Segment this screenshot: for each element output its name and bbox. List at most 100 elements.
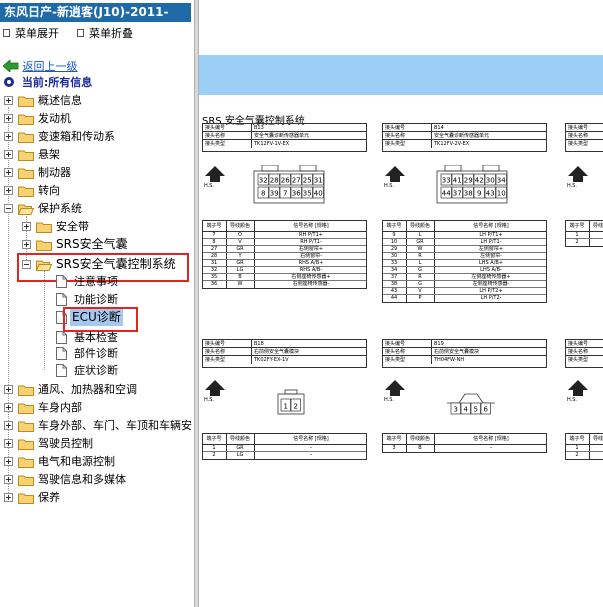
pin-label: 40 xyxy=(314,190,323,198)
tree-item[interactable]: 电气和电源控制 xyxy=(4,453,194,470)
wire-color: LG xyxy=(236,452,244,458)
expand-all-button[interactable]: 菜单展开 xyxy=(3,27,59,41)
back-link[interactable]: 返回上一级 xyxy=(3,60,78,74)
tree-leaf[interactable]: 功能诊断 xyxy=(56,291,186,308)
folder-icon xyxy=(18,114,34,125)
expand-toggle-icon[interactable] xyxy=(4,493,13,502)
pin-number: 34 xyxy=(390,267,398,273)
tree-leaf[interactable]: 症状诊断 xyxy=(56,362,186,379)
expand-toggle-icon[interactable] xyxy=(4,168,13,177)
signal-name: 左侧窗帘- xyxy=(480,253,502,259)
expand-toggle-icon[interactable] xyxy=(4,421,13,430)
info-key: 接头名称 xyxy=(385,349,406,355)
pin-table-row: 29 W 左侧窗帘+ xyxy=(383,246,546,253)
pin-label: 44 xyxy=(442,190,451,198)
expand-toggle-icon[interactable] xyxy=(4,114,13,123)
info-key: 接头编号 xyxy=(205,341,226,347)
col-header: 端子号 xyxy=(386,436,402,442)
pin-number: 10 xyxy=(390,239,398,245)
connector-info-b18: 接头编号 B18 接头名称 右前侧安全气囊模块 接头类型 TK02FY-EX-1V xyxy=(202,339,367,368)
pin-table-row: 43 V LH P/T2+ xyxy=(383,288,546,295)
expand-toggle-icon[interactable] xyxy=(4,385,13,394)
tree-leaf[interactable]: 基本检查 xyxy=(56,329,186,346)
tree-item-label: 车身外部、车门、车顶和车辆安 xyxy=(38,419,192,432)
signal-name: – xyxy=(489,445,493,451)
pin-table-row: 28 Y 右侧窗帘- xyxy=(203,253,366,260)
document-icon xyxy=(56,364,67,377)
connector-type: TK12FV-2V-EX xyxy=(434,141,470,147)
folder-icon xyxy=(18,403,34,414)
col-header: 导线颜色 xyxy=(592,223,603,229)
tree-item[interactable]: 悬架 xyxy=(4,146,194,163)
expand-all-label: 菜单展开 xyxy=(15,27,59,40)
tree-leaf-label: 基本检查 xyxy=(74,331,118,344)
tree-item[interactable]: 安全带 xyxy=(22,218,194,235)
pin-table-row: 1 GR – xyxy=(203,445,366,452)
pin-label: 8 xyxy=(261,190,265,198)
tree-item[interactable]: 概述信息 xyxy=(4,92,194,109)
connector-info-partial: 接头编号 接头名称 接头类型 xyxy=(565,339,603,368)
tree-item-label: 发动机 xyxy=(38,112,71,125)
tree-item[interactable]: 通风、加热器和空调 xyxy=(4,381,194,398)
col-header: 端子号 xyxy=(206,223,222,229)
tree-leaf[interactable]: 部件诊断 xyxy=(56,345,186,362)
pin-label: 30 xyxy=(486,177,495,185)
wire-color: GR xyxy=(236,260,244,266)
signal-name: RHS A/B- xyxy=(299,267,323,273)
tree-item[interactable]: 车身内部 xyxy=(4,399,194,416)
pin-number: 37 xyxy=(390,274,398,280)
tree-item[interactable]: 车身外部、车门、车顶和车辆安 xyxy=(4,417,194,434)
pin-label: 3 xyxy=(454,406,458,414)
collapse-icon xyxy=(77,29,84,37)
expand-toggle-icon[interactable] xyxy=(4,403,13,412)
pin-number: 43 xyxy=(390,288,398,294)
tree-item[interactable]: 转向 xyxy=(4,182,194,199)
pin-table-row: 2 LG – xyxy=(203,452,366,459)
pin-label: 9 xyxy=(477,190,481,198)
pin-label: 29 xyxy=(464,177,473,185)
pin-number: 2 xyxy=(575,239,579,245)
expand-toggle-icon[interactable] xyxy=(4,186,13,195)
tree-item[interactable]: 变速箱和传动系 xyxy=(4,128,194,145)
wire-color: L xyxy=(418,232,422,238)
connector-type: TK12FV-1V-EX xyxy=(254,141,290,147)
expand-toggle-icon[interactable] xyxy=(4,132,13,141)
wire-color: L xyxy=(418,260,422,266)
expand-toggle-icon[interactable] xyxy=(4,439,13,448)
back-link-label: 返回上一级 xyxy=(22,60,78,73)
expand-toggle-icon[interactable] xyxy=(4,150,13,159)
folder-icon xyxy=(18,421,34,432)
pin-label: 7 xyxy=(283,190,287,198)
tree-item[interactable]: 制动器 xyxy=(4,164,194,181)
pin-label: 35 xyxy=(303,190,312,198)
hs-label: H.S. xyxy=(567,183,578,189)
expand-toggle-icon[interactable] xyxy=(4,96,13,105)
wire-color: W xyxy=(417,246,423,252)
tree-item[interactable]: 保养 xyxy=(4,489,194,506)
pin-label: 31 xyxy=(314,177,323,185)
pin-table-row: 30 R 左侧窗帘- xyxy=(383,253,546,260)
tree-item[interactable]: 驾驶员控制 xyxy=(4,435,194,452)
info-key: 接头类型 xyxy=(205,357,226,363)
connector-face-b13: 32 28 26 27 25 31 8 39 7 36 35 40 xyxy=(253,165,325,204)
tree-item-expanded[interactable]: 保护系统 xyxy=(4,200,194,217)
tree-leaf[interactable]: 注意事项 xyxy=(56,273,186,290)
tree-item[interactable]: 驾驶信息和多媒体 xyxy=(4,471,194,488)
collapse-all-label: 菜单折叠 xyxy=(89,27,133,40)
folder-icon xyxy=(18,186,34,197)
tree-item[interactable]: 发动机 xyxy=(4,110,194,127)
expand-toggle-icon[interactable] xyxy=(4,457,13,466)
pin-number: 36 xyxy=(210,281,218,287)
pin-label: 26 xyxy=(281,177,290,185)
current-location-label: 当前:所有信息 xyxy=(21,76,93,89)
pin-table-row: 7 O RH P/T1+ xyxy=(203,232,366,239)
collapse-toggle-icon[interactable] xyxy=(4,204,13,213)
expand-toggle-icon[interactable] xyxy=(22,222,31,231)
folder-icon xyxy=(18,493,34,504)
expand-toggle-icon[interactable] xyxy=(4,475,13,484)
harness-side-icon xyxy=(568,380,588,396)
tree-item[interactable]: SRS安全气囊 xyxy=(22,236,194,253)
expand-toggle-icon[interactable] xyxy=(22,240,31,249)
col-header: 端子号 xyxy=(569,223,585,229)
collapse-all-button[interactable]: 菜单折叠 xyxy=(77,27,133,41)
